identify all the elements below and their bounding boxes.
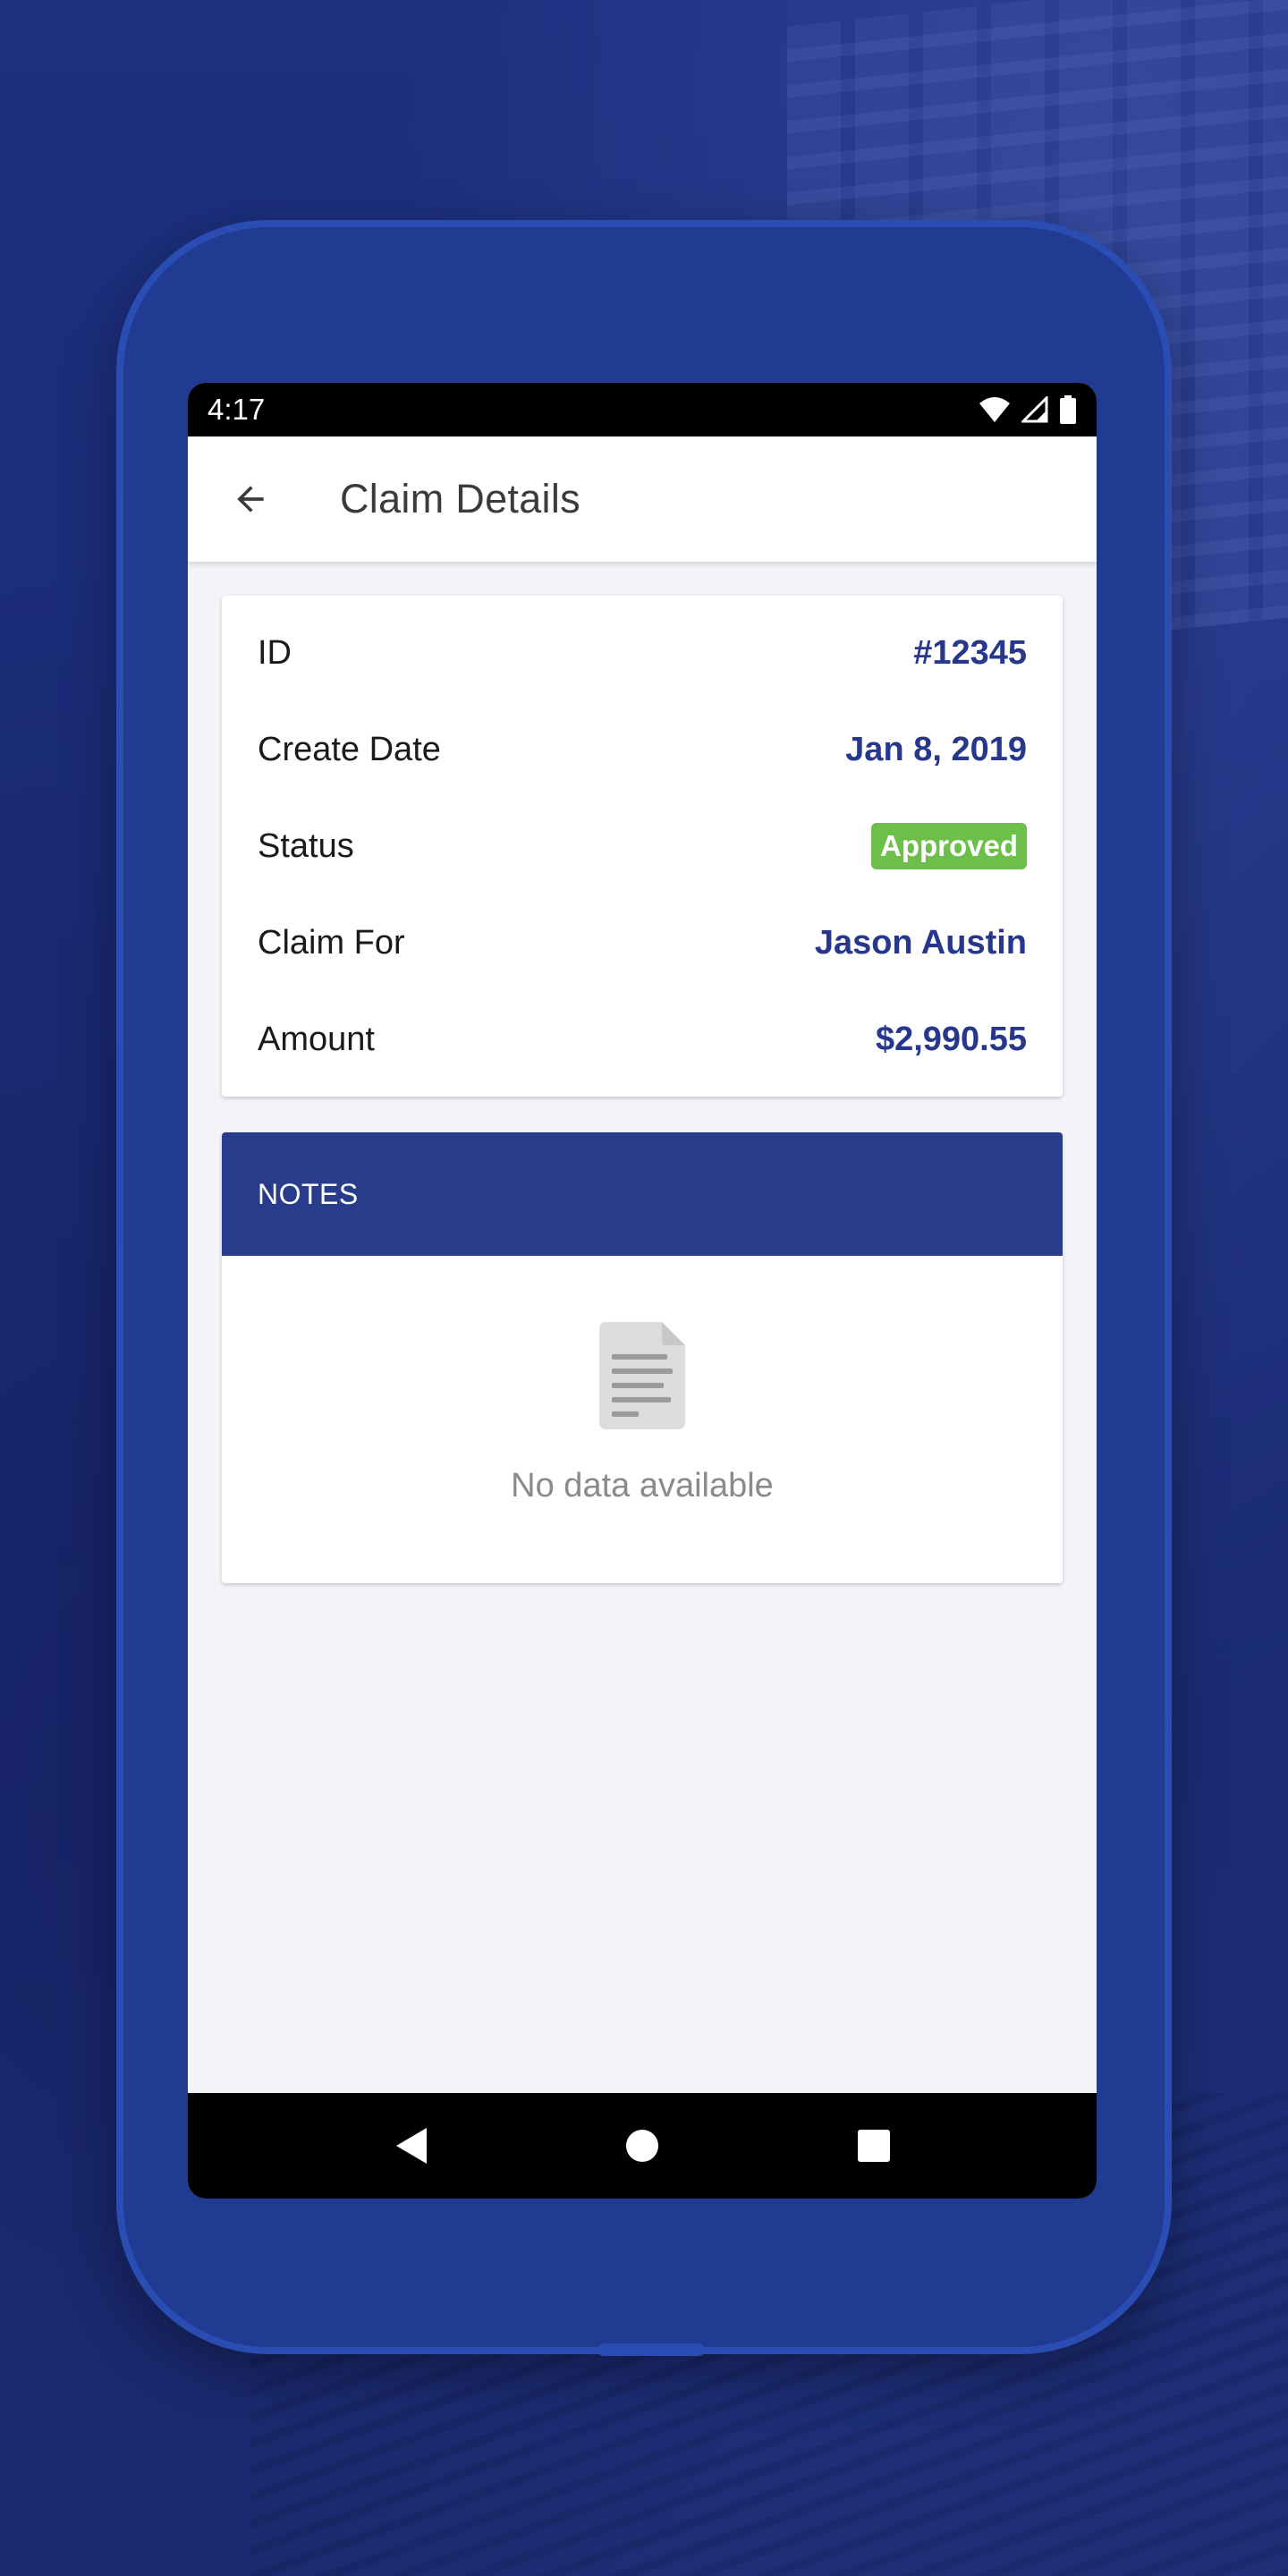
document-icon bbox=[599, 1322, 685, 1429]
status-icons bbox=[979, 395, 1077, 424]
detail-value: Jason Austin bbox=[814, 923, 1027, 962]
detail-row-amount: Amount $2,990.55 bbox=[258, 991, 1027, 1088]
detail-label: Claim For bbox=[258, 923, 405, 962]
detail-label: Amount bbox=[258, 1020, 375, 1058]
battery-icon bbox=[1060, 395, 1076, 424]
detail-value: Jan 8, 2019 bbox=[845, 730, 1027, 768]
back-button[interactable] bbox=[188, 436, 313, 562]
triangle-back-icon bbox=[396, 2128, 428, 2164]
app-bar: Claim Details bbox=[188, 436, 1097, 562]
status-time: 4:17 bbox=[208, 393, 266, 426]
page-title: Claim Details bbox=[340, 476, 580, 521]
nav-recents-button[interactable] bbox=[847, 2119, 901, 2173]
empty-state-text: No data available bbox=[511, 1467, 774, 1504]
detail-row-status: Status Approved bbox=[258, 798, 1027, 894]
detail-row-id: ID #12345 bbox=[258, 605, 1027, 701]
detail-row-claim-for: Claim For Jason Austin bbox=[258, 894, 1027, 991]
main-content: ID #12345 Create Date Jan 8, 2019 Status… bbox=[188, 562, 1097, 1583]
circle-home-icon bbox=[625, 2130, 658, 2162]
nav-back-button[interactable] bbox=[384, 2119, 437, 2173]
arrow-back-icon bbox=[237, 486, 264, 513]
detail-label: ID bbox=[258, 633, 292, 672]
notes-header: NOTES bbox=[222, 1132, 1063, 1256]
phone-bottom-notch bbox=[597, 2343, 705, 2356]
detail-row-create-date: Create Date Jan 8, 2019 bbox=[258, 701, 1027, 798]
signal-icon bbox=[1021, 396, 1048, 423]
status-bar: 4:17 bbox=[188, 383, 1097, 436]
claim-details-card: ID #12345 Create Date Jan 8, 2019 Status… bbox=[222, 596, 1063, 1097]
system-nav-bar bbox=[188, 2093, 1097, 2199]
nav-home-button[interactable] bbox=[615, 2119, 669, 2173]
square-recents-icon bbox=[857, 2130, 890, 2162]
detail-label: Create Date bbox=[258, 730, 441, 768]
notes-card: NOTES No data available bbox=[222, 1132, 1063, 1583]
notes-empty-state: No data available bbox=[222, 1256, 1063, 1583]
detail-label: Status bbox=[258, 826, 354, 865]
wifi-icon bbox=[979, 397, 1010, 422]
detail-value: #12345 bbox=[913, 633, 1027, 672]
phone-screen: 4:17 Claim Details ID #12345 Create Date… bbox=[188, 383, 1097, 2199]
status-badge: Approved bbox=[870, 823, 1027, 869]
detail-value: $2,990.55 bbox=[875, 1020, 1027, 1058]
